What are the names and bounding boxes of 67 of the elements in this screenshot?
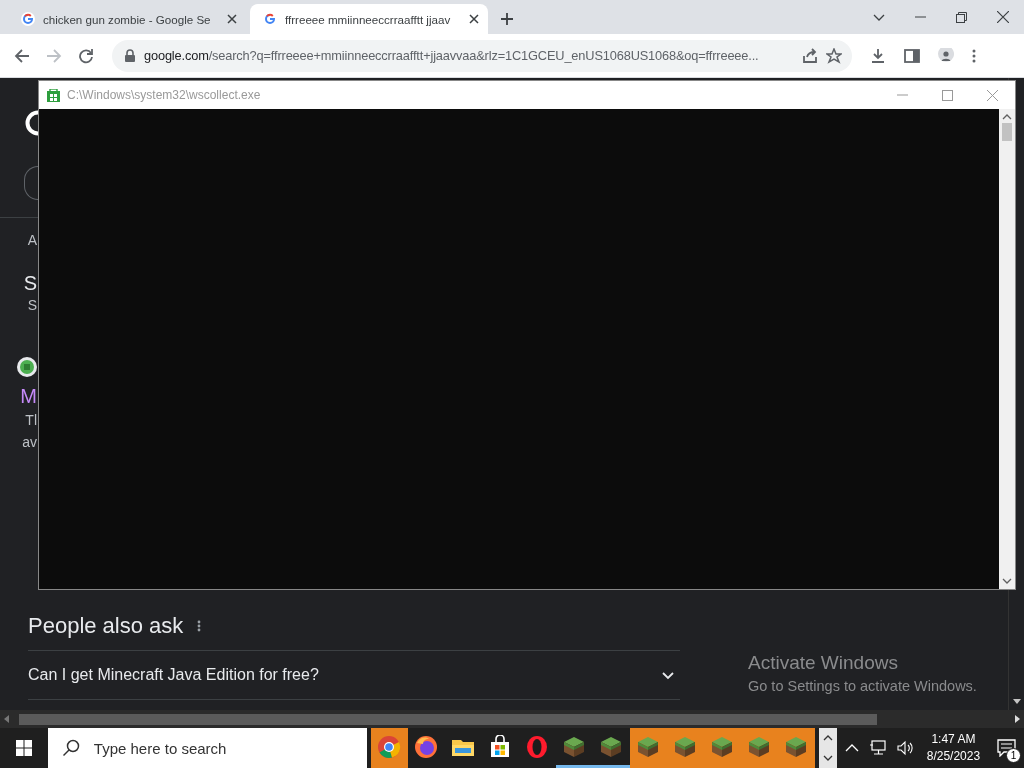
clock[interactable]: 1:47 AM 8/25/2023 — [926, 731, 981, 765]
section-heading: People also ask — [28, 613, 184, 639]
back-arrow-icon[interactable] — [14, 47, 30, 64]
profile-avatar-icon[interactable] — [938, 47, 954, 64]
url-text: google.com/search?q=ffrreeee+mmiinneeccrraafftt+jjaavvaa&rlz=1C1GCEU_enUS1068US1068&oq=ffrreeee... — [144, 48, 760, 63]
browser-icon — [377, 734, 402, 759]
side-panel-icon[interactable] — [904, 47, 920, 64]
search-placeholder: Type here to search — [93, 739, 227, 757]
browser-tab[interactable]: chicken gun zombie - Google Se — [8, 4, 246, 34]
message-icon — [996, 739, 1016, 757]
app-icon — [47, 88, 60, 102]
chevron-up-icon[interactable] — [844, 743, 859, 753]
grass-block-icon — [599, 734, 624, 759]
notification-badge: 1 — [1006, 748, 1022, 763]
scroll-left-arrow-icon — [4, 715, 9, 723]
chevron-up-icon — [822, 734, 833, 742]
grass-block-icon — [710, 734, 735, 759]
reload-icon[interactable] — [78, 47, 94, 64]
activation-notice: Go to Settings to activate Windows. — [748, 678, 977, 694]
download-icon[interactable] — [870, 47, 886, 64]
result-heading: S — [23, 271, 37, 295]
volume-icon[interactable] — [896, 740, 913, 756]
star-icon[interactable] — [826, 47, 842, 64]
taskbar-app-button[interactable] — [629, 728, 667, 768]
menu-icon[interactable] — [972, 47, 976, 64]
result-text: A — [27, 231, 37, 250]
restore-icon[interactable] — [956, 11, 967, 23]
site-favicon-icon — [17, 357, 37, 377]
taskbar-app-button[interactable] — [370, 728, 408, 768]
ring-browser-icon — [525, 734, 550, 759]
notification-button[interactable]: 1 — [988, 728, 1024, 768]
grass-block-icon — [747, 734, 772, 759]
chevron-down-icon[interactable] — [873, 12, 885, 22]
forward-arrow-icon — [46, 47, 62, 64]
search-icon — [61, 739, 80, 757]
new-tab-icon[interactable] — [500, 12, 514, 26]
close-icon[interactable] — [468, 13, 480, 25]
grass-block-icon — [636, 734, 661, 759]
result-snippet: av — [22, 433, 37, 452]
maximize-icon[interactable] — [942, 89, 953, 101]
lock-icon — [124, 48, 136, 63]
close-icon[interactable] — [226, 13, 238, 25]
share-icon[interactable] — [801, 47, 818, 64]
window-title: C:\Windows\system32\wscollect.exe — [67, 88, 262, 102]
result-link[interactable]: M — [20, 383, 37, 409]
network-icon[interactable] — [868, 740, 887, 756]
taskbar-search-field[interactable]: Type here to search — [47, 728, 367, 768]
more-options-icon[interactable] — [197, 620, 202, 632]
scrollbar-thumb[interactable] — [1002, 123, 1012, 141]
taskbar-overflow-scroller[interactable] — [818, 728, 837, 768]
grass-block-icon — [562, 734, 587, 759]
activation-title: Activate Windows — [748, 652, 899, 674]
fox-browser-icon — [414, 734, 439, 759]
google-icon — [20, 11, 36, 27]
grass-block-icon — [784, 734, 809, 759]
windows-logo-icon — [15, 740, 32, 756]
address-bar[interactable]: google.com/search?q=ffrreeee+mmiinneeccrraafftt+jjaavvaa&rlz=1C1GCEU_enUS1068US1068&oq=ffrreeee... — [112, 39, 852, 72]
scroll-right-arrow-icon — [1015, 715, 1020, 723]
scroll-down-arrow-icon[interactable] — [1012, 699, 1021, 704]
browser-tab[interactable]: ffrreeee mmiinneeccrraafftt jjaav — [250, 4, 488, 34]
close-icon[interactable] — [997, 11, 1009, 23]
google-icon — [262, 11, 278, 27]
question-text[interactable]: Can I get Minecraft Java Edition for free? — [28, 666, 319, 684]
result-snippet: Tl — [25, 411, 37, 430]
chevron-down-icon — [822, 754, 833, 762]
result-text: S — [27, 296, 37, 315]
grass-block-icon — [673, 734, 698, 759]
